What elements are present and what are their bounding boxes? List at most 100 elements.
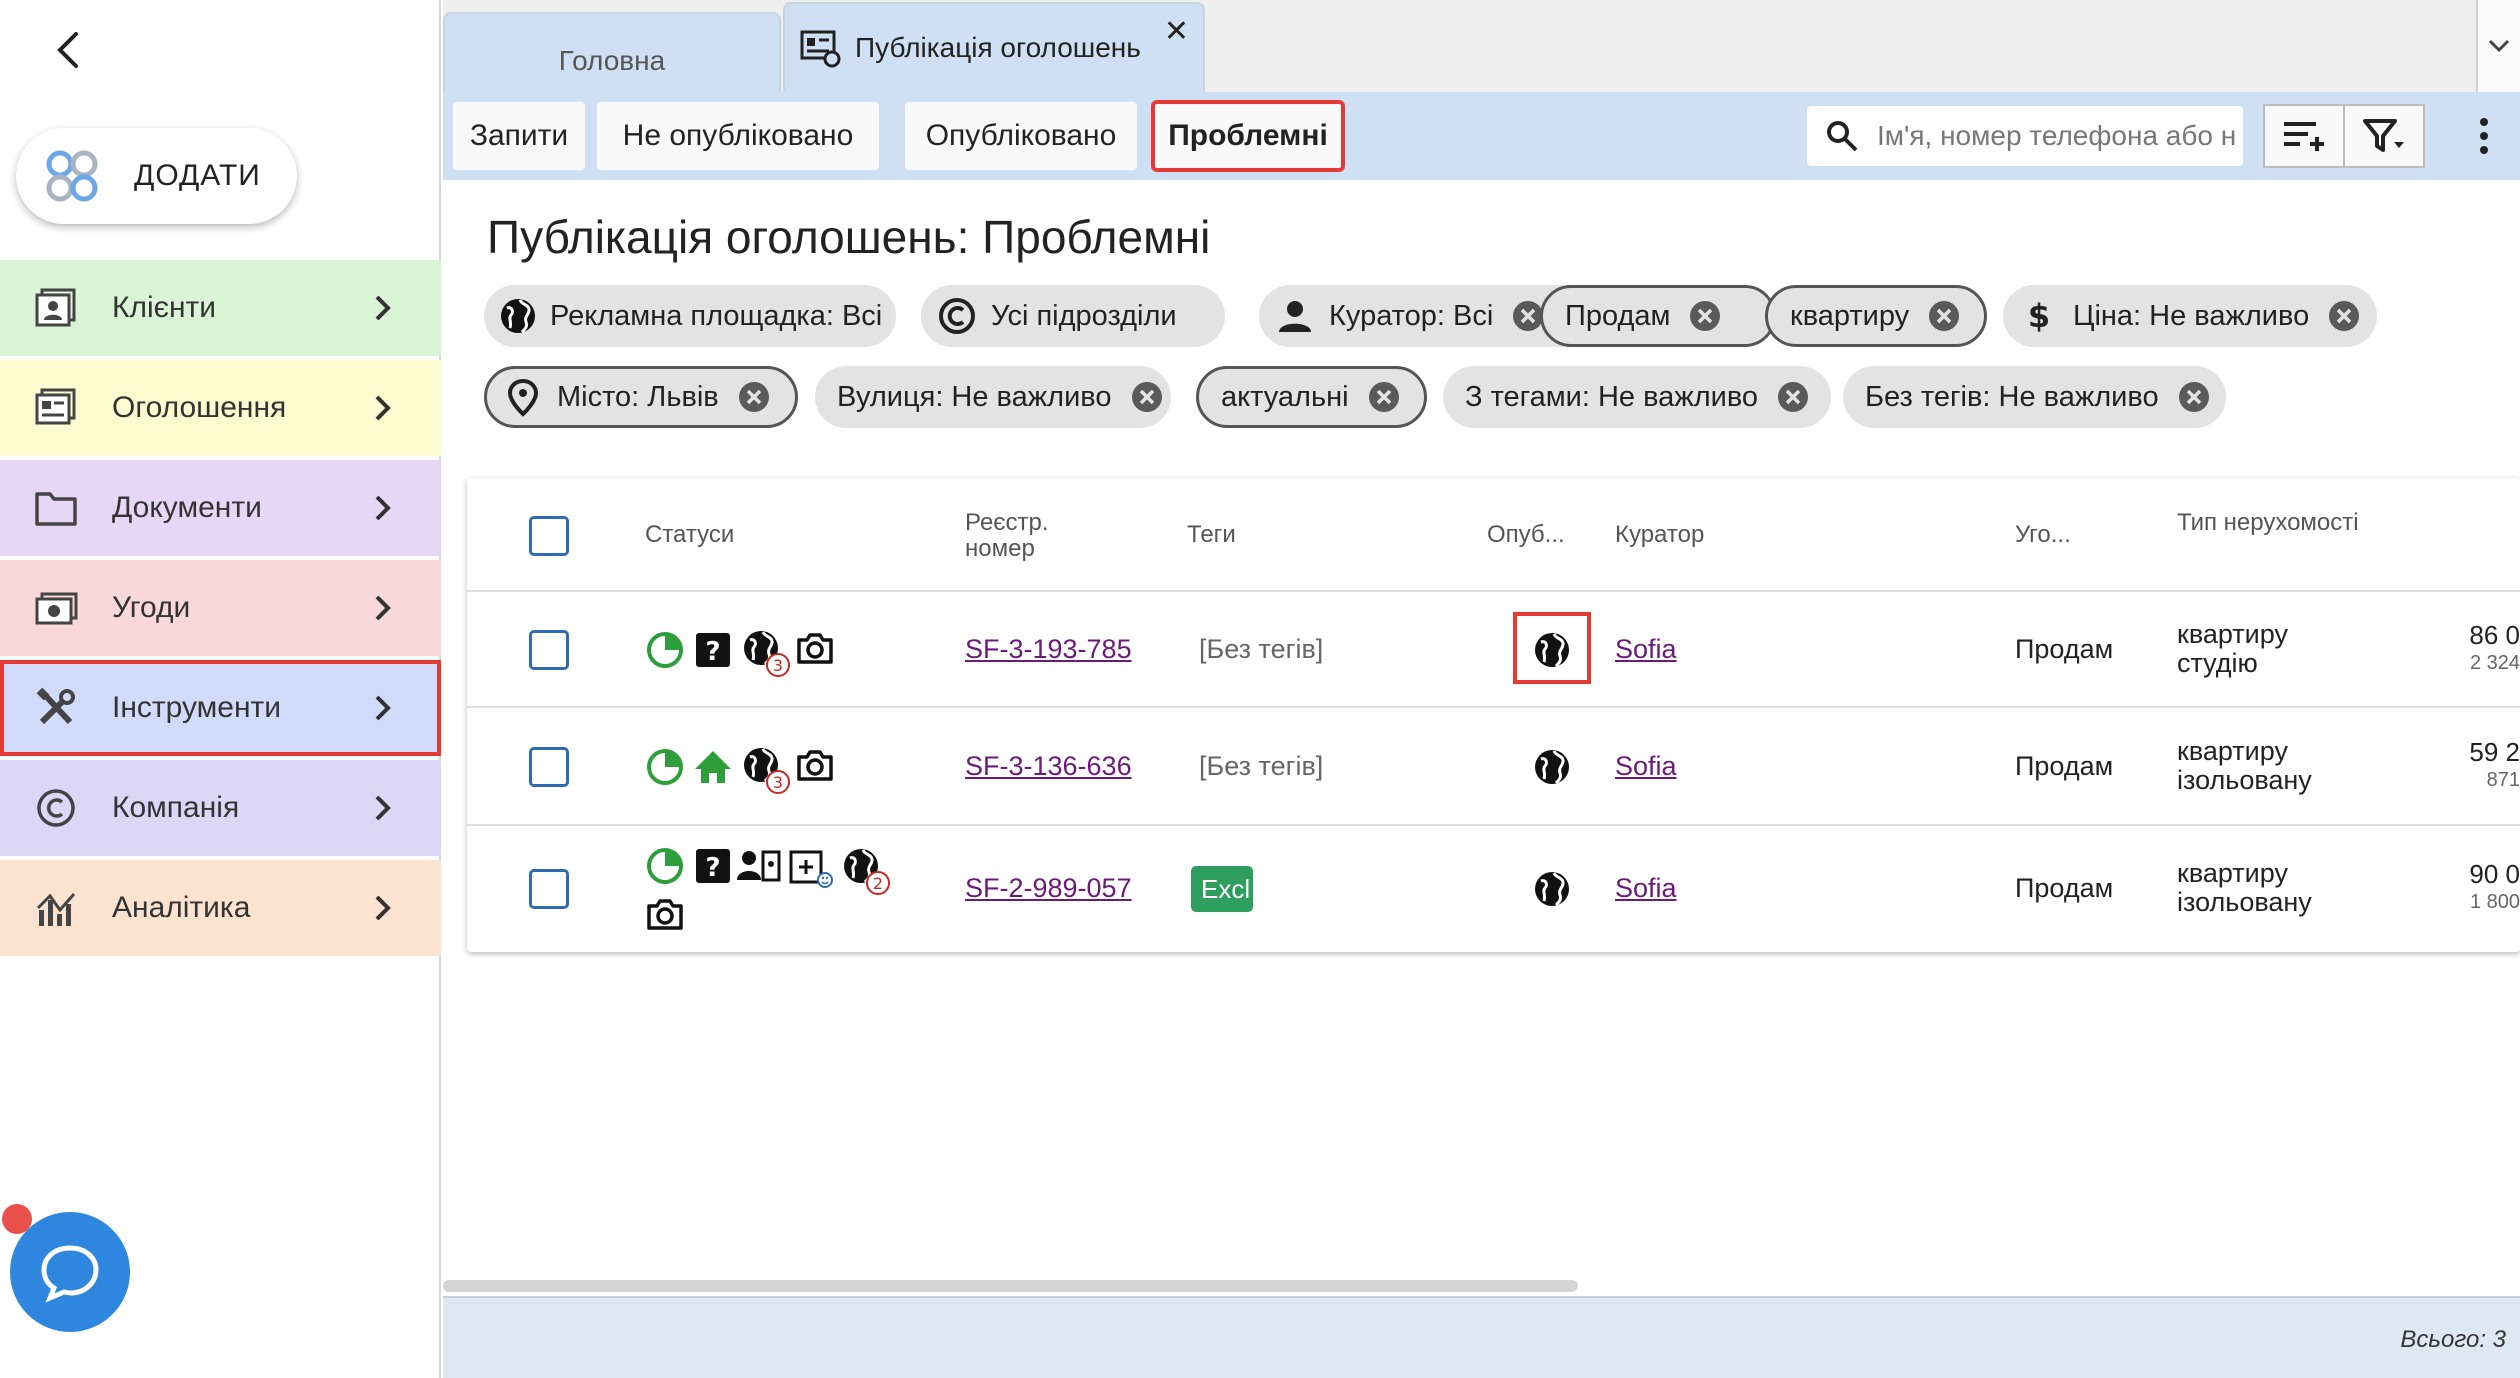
table-row[interactable]: 3 SF-3-136-636 [Без тегів] Sofia Продам кварт…	[467, 708, 2520, 826]
sidebar-item-3[interactable]: Угоди	[0, 560, 441, 656]
filter-chip-6[interactable]: Місто: Львів	[484, 366, 798, 428]
back-arrow-icon[interactable]	[48, 26, 88, 74]
remove-filter-icon[interactable]	[2177, 380, 2211, 414]
owner-card-icon[interactable]	[737, 846, 781, 886]
filter-chip-0[interactable]: Рекламна площадка: Всі	[484, 285, 896, 347]
remove-filter-icon[interactable]	[737, 380, 771, 414]
price-cell: 86 0	[2469, 620, 2520, 650]
header-curator[interactable]: Куратор	[1615, 522, 1704, 548]
header-reg-number[interactable]: Реєстр. номер	[965, 510, 1095, 562]
remove-filter-icon[interactable]	[1130, 380, 1164, 414]
view-requests-button[interactable]: Запити	[453, 102, 585, 170]
header-deal[interactable]: Уго...	[2015, 522, 2071, 548]
filter-funnel-icon	[2363, 119, 2404, 152]
add-listing-icon[interactable]	[789, 848, 833, 888]
filter-chip-4[interactable]: квартиру	[1765, 285, 1987, 347]
row-checkbox[interactable]	[529, 747, 569, 787]
filter-chip-10[interactable]: Без тегів: Не важливо	[1843, 366, 2226, 428]
table-footer: Всього: 3	[443, 1296, 2520, 1378]
collapse-tabs-button[interactable]	[2476, 0, 2520, 92]
header-published[interactable]: Опуб...	[1487, 522, 1565, 548]
dollar-icon: $	[2017, 294, 2061, 338]
remove-filter-icon[interactable]	[2327, 299, 2361, 333]
filter-chip-8[interactable]: актуальні	[1196, 366, 1427, 428]
sidebar-item-6[interactable]: Аналітика	[0, 860, 441, 956]
reg-number-link[interactable]: SF-2-989-057	[965, 874, 1132, 903]
price-cell: 90 0	[2469, 859, 2520, 889]
globe-badge-icon[interactable]: 2	[841, 846, 891, 896]
filter-chip-3[interactable]: Продам	[1540, 285, 1776, 347]
table-row[interactable]: ? 3 SF-3-193-785 [Без тегів] Sofia Продам квар…	[467, 592, 2520, 708]
remove-filter-icon[interactable]	[1688, 299, 1722, 333]
tab-publication[interactable]: Публікація оголошень ✕	[783, 2, 1205, 92]
table-row[interactable]: ? 2 SF-2-989-057 Excl Sofia Продам квартиру ізо…	[467, 826, 2520, 952]
pie-status-icon[interactable]	[645, 630, 685, 670]
sidebar-item-0[interactable]: Клієнти	[0, 260, 441, 356]
view-published-button[interactable]: Опубліковано	[905, 102, 1137, 170]
highlight-box	[1513, 612, 1591, 684]
curator-link[interactable]: Sofia	[1615, 752, 1677, 781]
header-property-type[interactable]: Тип нерухомості	[2177, 510, 2377, 536]
more-options-icon[interactable]	[2478, 116, 2490, 156]
remove-filter-icon[interactable]	[1776, 380, 1810, 414]
content-area: Публікація оголошень: Проблемні Рекламна…	[443, 180, 2520, 1292]
published-globe-icon[interactable]	[1532, 747, 1572, 787]
filter-chip-label: Рекламна площадка: Всі	[550, 299, 883, 332]
pie-status-icon[interactable]	[645, 846, 685, 886]
price-per-m2: 2 324	[2469, 652, 2520, 674]
filter-menu-button[interactable]	[2343, 104, 2425, 168]
unknown-status-icon[interactable]: ?	[695, 848, 731, 884]
published-globe-icon[interactable]	[1532, 869, 1572, 909]
chat-bubble-icon	[41, 1245, 99, 1303]
chat-button[interactable]	[10, 1212, 130, 1332]
add-filter-button[interactable]	[2263, 104, 2345, 168]
unknown-status-icon[interactable]: ?	[695, 632, 731, 668]
filter-chip-label: Місто: Львів	[557, 380, 719, 413]
curator-link[interactable]: Sofia	[1615, 874, 1677, 903]
property-type-line1: квартиру	[2177, 736, 2288, 766]
search-icon	[1827, 121, 1858, 152]
header-statuses[interactable]: Статуси	[645, 522, 734, 548]
tag-badge[interactable]: Excl	[1191, 866, 1253, 912]
search-input[interactable]	[1877, 120, 2237, 152]
svg-text:?: ?	[705, 637, 720, 667]
curator-link[interactable]: Sofia	[1615, 635, 1677, 664]
filter-chip-9[interactable]: З тегами: Не важливо	[1443, 366, 1831, 428]
view-unpublished-button[interactable]: Не опубліковано	[597, 102, 879, 170]
analytics-icon	[34, 886, 78, 930]
sidebar-item-5[interactable]: Компанія	[0, 760, 441, 856]
pie-status-icon[interactable]	[645, 747, 685, 787]
reg-number-link[interactable]: SF-3-193-785	[965, 635, 1132, 664]
page-title: Публікація оголошень: Проблемні	[487, 211, 1211, 263]
select-all-checkbox[interactable]	[529, 516, 569, 556]
property-type-line2: ізольовану	[2177, 765, 2312, 795]
sidebar-item-2[interactable]: Документи	[0, 460, 441, 556]
remove-filter-icon[interactable]	[1927, 299, 1961, 333]
reg-number-link[interactable]: SF-3-136-636	[965, 752, 1132, 781]
camera-icon[interactable]	[795, 628, 835, 668]
remove-filter-icon[interactable]	[1367, 380, 1401, 414]
globe-badge-icon[interactable]: 3	[741, 745, 791, 795]
view-problematic-button[interactable]: Проблемні	[1151, 100, 1345, 172]
camera-icon[interactable]	[645, 894, 685, 934]
filter-chip-1[interactable]: Усі підрозділи	[921, 285, 1225, 347]
chevron-right-icon	[367, 493, 397, 523]
camera-icon[interactable]	[795, 745, 835, 785]
filter-chip-7[interactable]: Вулиця: Не важливо	[815, 366, 1171, 428]
filter-chip-label: актуальні	[1221, 380, 1349, 413]
filter-chip-5[interactable]: $ Ціна: Не важливо	[2003, 285, 2377, 347]
sidebar-item-1[interactable]: Оголошення	[0, 360, 441, 456]
globe-badge-icon[interactable]: 3	[741, 628, 791, 678]
row-checkbox[interactable]	[529, 869, 569, 909]
notification-dot	[2, 1204, 32, 1234]
tab-home-label: Головна	[558, 45, 666, 76]
table-header: Статуси Реєстр. номер Теги Опуб... Курат…	[467, 478, 2520, 592]
row-checkbox[interactable]	[529, 630, 569, 670]
sidebar-item-4[interactable]: Інструменти	[0, 660, 441, 756]
tab-home[interactable]: Головна	[443, 12, 781, 92]
home-status-icon[interactable]	[693, 747, 733, 787]
header-tags[interactable]: Теги	[1187, 522, 1236, 548]
horizontal-scrollbar[interactable]	[443, 1280, 1578, 1292]
close-tab-icon[interactable]: ✕	[1164, 14, 1189, 49]
add-button[interactable]: ДОДАТИ	[16, 128, 297, 224]
